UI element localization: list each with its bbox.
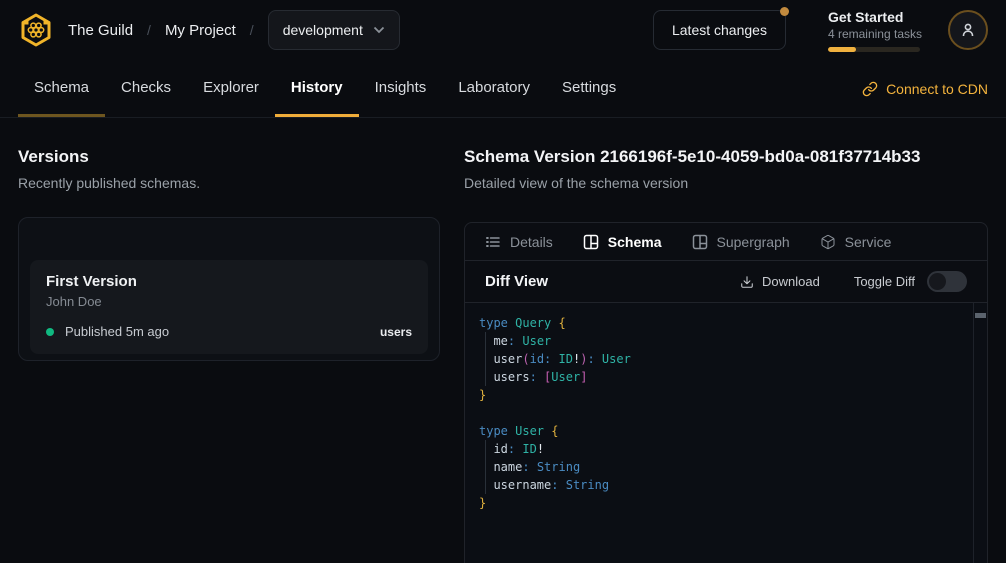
connect-to-cdn-link[interactable]: Connect to CDN <box>862 81 988 97</box>
target-select-value: development <box>283 22 363 38</box>
guild-hive-logo-icon[interactable] <box>18 12 54 48</box>
detail-tab-service[interactable]: Service <box>820 234 892 250</box>
tab-checks[interactable]: Checks <box>105 60 187 117</box>
versions-section: Versions Recently published schemas. Fir… <box>18 146 440 563</box>
latest-changes-button[interactable]: Latest changes <box>653 10 786 50</box>
tab-label: History <box>291 79 343 96</box>
versions-card: First Version John Doe Published 5m ago … <box>18 217 440 361</box>
link-icon <box>862 81 878 97</box>
version-detail-title: Schema Version 2166196f-5e10-4059-bd0a-0… <box>464 146 988 168</box>
detail-tab-supergraph[interactable]: Supergraph <box>692 234 790 250</box>
tab-history[interactable]: History <box>275 60 359 117</box>
version-detail-section: Schema Version 2166196f-5e10-4059-bd0a-0… <box>464 146 988 563</box>
detail-panel-tabs: Details Schema Supergraph <box>465 223 987 261</box>
tab-settings[interactable]: Settings <box>546 60 632 117</box>
version-detail-subtitle: Detailed view of the schema version <box>464 174 988 192</box>
get-started-subtitle: 4 remaining tasks <box>828 27 922 41</box>
versions-title: Versions <box>18 146 440 168</box>
version-list-item[interactable]: First Version John Doe Published 5m ago … <box>30 260 428 354</box>
list-icon <box>485 234 501 250</box>
latest-changes-label: Latest changes <box>672 22 767 38</box>
chevron-down-icon <box>373 26 385 34</box>
switch-knob <box>929 273 946 290</box>
toggle-diff-switch[interactable] <box>927 271 967 292</box>
breadcrumb-separator: / <box>147 22 151 38</box>
breadcrumb: The Guild / My Project / development <box>68 10 400 50</box>
target-select[interactable]: development <box>268 10 400 50</box>
breadcrumb-separator: / <box>250 22 254 38</box>
nav-tabs: Schema Checks Explorer History Insights … <box>18 60 632 117</box>
download-icon <box>740 275 754 289</box>
version-status: Published 5m ago <box>65 324 169 339</box>
tab-explorer[interactable]: Explorer <box>187 60 275 117</box>
download-button[interactable]: Download <box>740 274 820 289</box>
main-content: Versions Recently published schemas. Fir… <box>0 118 1006 563</box>
detail-tab-label: Details <box>510 234 553 250</box>
tab-label: Settings <box>562 79 616 96</box>
version-service-badge: users <box>380 325 412 339</box>
breadcrumb-project[interactable]: My Project <box>165 22 236 39</box>
detail-tab-label: Supergraph <box>717 234 790 250</box>
detail-tab-label: Schema <box>608 234 662 250</box>
code-scrollbar-thumb[interactable] <box>975 313 986 318</box>
toggle-diff-label: Toggle Diff <box>854 274 915 289</box>
diff-view-title: Diff View <box>485 273 548 290</box>
detail-tab-schema[interactable]: Schema <box>583 234 662 250</box>
tab-laboratory[interactable]: Laboratory <box>442 60 546 117</box>
app-header: The Guild / My Project / development Lat… <box>0 0 1006 60</box>
schema-code-viewer[interactable]: type Query { me: User user(id: ID!): Use… <box>465 303 987 563</box>
tab-label: Laboratory <box>458 79 530 96</box>
get-started-widget[interactable]: Get Started 4 remaining tasks <box>828 9 922 52</box>
version-author: John Doe <box>46 294 412 309</box>
code-scrollbar[interactable] <box>973 303 987 563</box>
version-detail-panel: Details Schema Supergraph <box>464 222 988 563</box>
get-started-progress <box>828 47 920 52</box>
main-nav: Schema Checks Explorer History Insights … <box>0 60 1006 118</box>
tab-label: Schema <box>34 79 89 96</box>
user-avatar[interactable] <box>948 10 988 50</box>
cdn-link-label: Connect to CDN <box>886 81 988 97</box>
tab-label: Insights <box>375 79 427 96</box>
cube-icon <box>820 234 836 250</box>
panels-icon <box>583 234 599 250</box>
published-status-dot <box>46 328 54 336</box>
download-label: Download <box>762 274 820 289</box>
tab-insights[interactable]: Insights <box>359 60 443 117</box>
person-icon <box>960 22 976 38</box>
tab-schema[interactable]: Schema <box>18 60 105 117</box>
code-lines: type Query { me: User user(id: ID!): Use… <box>479 314 959 512</box>
tab-label: Checks <box>121 79 171 96</box>
panels-icon <box>692 234 708 250</box>
versions-subtitle: Recently published schemas. <box>18 174 440 192</box>
get-started-title: Get Started <box>828 9 922 25</box>
detail-tab-label: Service <box>845 234 892 250</box>
version-name: First Version <box>46 273 412 290</box>
tab-label: Explorer <box>203 79 259 96</box>
diff-view-header: Diff View Download Toggle Diff <box>465 261 987 303</box>
breadcrumb-org[interactable]: The Guild <box>68 22 133 39</box>
notification-dot <box>780 7 789 16</box>
get-started-progress-fill <box>828 47 856 52</box>
detail-tab-details[interactable]: Details <box>485 234 553 250</box>
